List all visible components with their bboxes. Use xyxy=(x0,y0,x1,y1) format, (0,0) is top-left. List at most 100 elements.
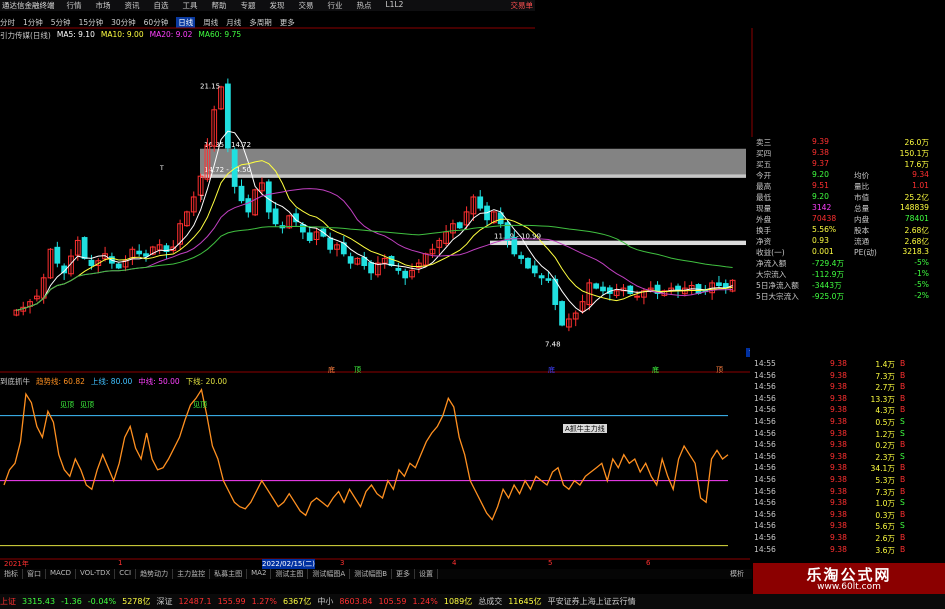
indicator-tab-0[interactable]: 指标 xyxy=(0,569,23,579)
quote-row: 最高 9.51 量比 1.01 xyxy=(750,181,945,192)
candle-body xyxy=(402,270,409,279)
indicator-tab-10[interactable]: 测试幅图A xyxy=(308,569,351,579)
indicator-tab-12[interactable]: 更多 xyxy=(392,569,416,579)
indicator-tab-2[interactable]: MACD xyxy=(46,569,76,579)
tick-side: S xyxy=(900,498,905,508)
quote-label: 最高 xyxy=(756,182,772,191)
tick-price: 9.38 xyxy=(830,359,847,368)
candle-body xyxy=(477,196,484,209)
range-box-2 xyxy=(490,240,746,246)
quote-label: 5日净流入额 xyxy=(756,281,799,290)
indicator-tab-1[interactable]: 窗口 xyxy=(23,569,46,579)
tick-row: 14:56 9.38 2.6万 B xyxy=(750,533,945,544)
quote-row: 换手 5.56% 股本 2.68亿 xyxy=(750,225,945,236)
quote-row: 现量 3142 总量 148839 xyxy=(750,203,945,214)
quote-row: 5日大宗流入 -925.0万 -2% xyxy=(750,291,945,302)
indicator-tab-7[interactable]: 私募主图 xyxy=(210,569,248,579)
quote-label: 5日大宗流入 xyxy=(756,292,799,301)
indicator-legend-item-1: 上线: 80.00 xyxy=(90,377,133,386)
tick-time: 14:56 xyxy=(754,451,776,461)
tick-price: 9.38 xyxy=(830,509,847,519)
ticker-item-8: 1.27% xyxy=(251,597,277,606)
indicator-legend-item-2: 中线: 50.00 xyxy=(138,377,180,386)
ticker-item-15: 总成交 xyxy=(478,597,503,606)
candle-body xyxy=(327,237,334,250)
tick-time: 14:56 xyxy=(754,463,776,473)
quote-value-2: 25.2亿 xyxy=(904,193,929,202)
indicator-tab-3[interactable]: VOL-TDX xyxy=(76,569,116,579)
tick-side: S xyxy=(900,428,905,438)
signal-label: T xyxy=(159,165,164,172)
tick-volume: 0.5万 xyxy=(875,418,895,427)
quote-label: 最低 xyxy=(756,193,772,202)
indicator-tab-5[interactable]: 趋势动力 xyxy=(136,569,174,579)
tick-price: 9.38 xyxy=(830,405,847,415)
bottom-signal: 底 xyxy=(652,365,659,374)
tick-price: 9.38 xyxy=(830,533,847,542)
indicator-tab-9[interactable]: 测试主图 xyxy=(271,569,309,579)
tick-volume: 13.3万 xyxy=(870,394,895,404)
quote-value-2: 9.34 xyxy=(912,170,929,179)
tick-row: 14:56 9.38 13.3万 B xyxy=(750,394,945,405)
tick-time: 14:56 xyxy=(754,417,776,426)
candle-body xyxy=(531,265,538,274)
candle-body xyxy=(511,237,518,255)
indicator-tab-13[interactable]: 设置 xyxy=(415,569,439,579)
tick-price: 9.38 xyxy=(830,440,847,450)
quote-value-2: 2.68亿 xyxy=(904,237,929,246)
tick-side: S xyxy=(900,417,905,426)
tick-volume: 5.3万 xyxy=(875,476,895,485)
date-axis: 2021年 1 2022/02/15(二) 3 4 5 6 xyxy=(0,559,750,569)
quote-label: 换手 xyxy=(756,226,772,235)
indicator-tab-8[interactable]: MA2 xyxy=(247,569,272,579)
tick-row: 14:56 9.38 4.3万 B xyxy=(750,405,945,416)
tick-time: 14:56 xyxy=(754,486,776,496)
bottom-signal: 顶 xyxy=(354,366,361,374)
indicator-legend-item-0: 趋势线: 60.82 xyxy=(36,377,85,386)
ticker-item-3: -0.04% xyxy=(87,597,117,606)
candle-body xyxy=(272,208,279,225)
ticker-item-16: 11645亿 xyxy=(508,597,542,606)
tab-mode[interactable]: 模析 xyxy=(730,569,744,579)
tick-side: B xyxy=(900,370,906,380)
tick-row: 14:56 9.38 34.1万 B xyxy=(750,463,945,474)
candle-body xyxy=(136,250,143,255)
indicator-tab-11[interactable]: 测试幅图B xyxy=(350,569,393,579)
tick-volume: 2.7万 xyxy=(875,383,895,393)
quote-value: 0.001 xyxy=(812,247,834,256)
tick-time: 14:56 xyxy=(754,382,776,392)
indicator-tab-4[interactable]: CCI xyxy=(115,569,137,579)
ticker-item-13: 1.24% xyxy=(412,597,438,606)
candle-body xyxy=(306,232,313,241)
tick-volume: 3.6万 xyxy=(875,545,895,555)
tick-time: 14:56 xyxy=(754,428,776,438)
indicator-tabs: 指标 窗口 MACD VOL-TDX CCI 趋势动力 主力监控 私募主图 MA2 测试主图 测试幅… xyxy=(0,569,752,579)
tick-price: 9.38 xyxy=(830,475,847,484)
candle-body xyxy=(627,285,634,294)
candle-body xyxy=(593,283,600,289)
quote-value: 9.20 xyxy=(812,192,829,201)
tick-row: 14:56 9.38 0.3万 B xyxy=(750,510,945,521)
ticker-item-9: 6367亿 xyxy=(282,597,312,606)
date-axis-label: 6 xyxy=(646,559,651,567)
date-axis-label: 2022/02/15(二) xyxy=(262,559,315,569)
quote-row: 净资 0.93 流通 2.68亿 xyxy=(750,236,945,247)
tick-side: B xyxy=(900,440,906,450)
tick-time: 14:56 xyxy=(754,440,776,450)
tick-volume: 34.1万 xyxy=(870,464,895,474)
tick-volume: 2.3万 xyxy=(875,452,895,462)
low-price-label: 7.48 xyxy=(545,340,561,348)
ticker-item-11: 8603.84 xyxy=(339,597,373,606)
tick-price: 9.38 xyxy=(830,417,847,426)
tick-side: B xyxy=(900,533,906,542)
quote-label: 收益(一) xyxy=(756,248,785,257)
quote-value: 3142 xyxy=(812,203,832,212)
quote-label: 买五 xyxy=(756,160,772,169)
indicator-tab-6[interactable]: 主力监控 xyxy=(173,569,211,579)
quote-label: 外盘 xyxy=(756,215,772,224)
candle-body xyxy=(143,253,149,257)
quote-label-2: 量比 xyxy=(854,182,870,191)
tick-side: B xyxy=(900,463,906,473)
quote-row: 收益(一) 0.001 PE(动) 3218.3 xyxy=(750,247,945,258)
ticker-item-7: 155.99 xyxy=(217,597,246,606)
